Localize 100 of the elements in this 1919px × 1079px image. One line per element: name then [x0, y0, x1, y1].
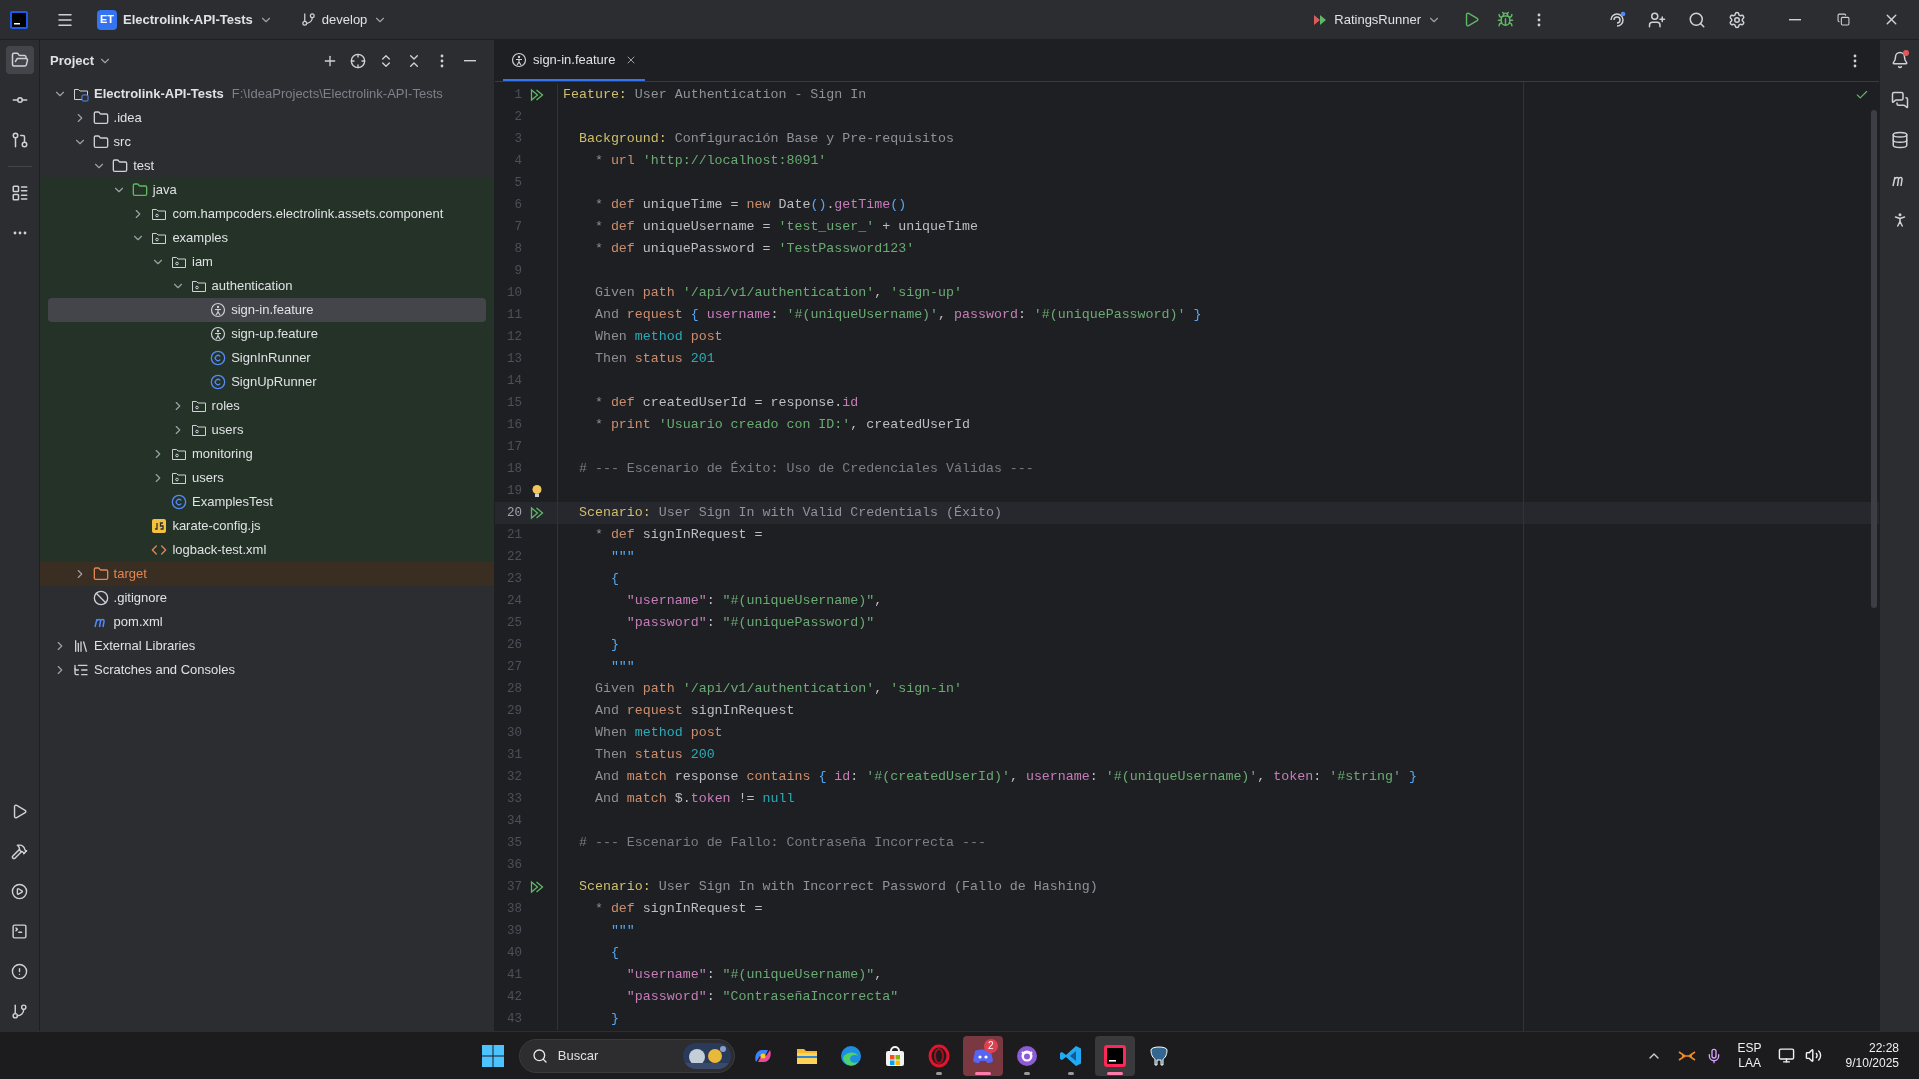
figure-icon — [210, 326, 227, 342]
project-selector[interactable]: ET Electrolink-API-Tests — [93, 5, 277, 34]
class-icon — [210, 350, 227, 366]
code-line: """ — [609, 922, 635, 941]
panel-title[interactable]: Project — [50, 51, 113, 71]
more-icon — [440, 54, 444, 68]
project-name: Electrolink-API-Tests — [123, 10, 253, 29]
code-line: "password": "ContraseñaIncorrecta" — [625, 988, 899, 1007]
code-line: And request signInRequest — [593, 702, 795, 721]
script-file-icon — [151, 518, 168, 534]
package-folder-icon — [171, 470, 187, 486]
class-icon — [210, 374, 227, 390]
module-folder-icon — [73, 86, 89, 102]
code-line: } — [609, 636, 619, 655]
figure-icon — [511, 51, 527, 68]
language-indicator: ESP — [1737, 1040, 1762, 1056]
code-line: # --- Escenario de Éxito: Uso de Credenciales Válidas --- — [577, 460, 1034, 479]
code-line: * print 'Usuario creado con ID:', createdUserId — [593, 416, 970, 435]
restore-icon — [1836, 13, 1850, 26]
code-line: * def uniquePassword = 'TestPassword123' — [593, 240, 915, 259]
minimize-icon — [1789, 18, 1801, 21]
terminal-icon — [11, 922, 28, 940]
tree-item[interactable]: External Libraries — [48, 634, 486, 658]
folder-icon — [112, 158, 129, 174]
code-line: { — [609, 944, 619, 963]
badge: 2 — [983, 1038, 998, 1053]
chat-icon — [1890, 91, 1909, 109]
library-icon — [73, 638, 89, 654]
taskbar-app-button[interactable] — [1094, 1035, 1135, 1076]
code-line: """ — [609, 658, 635, 677]
spiral-icon — [1608, 10, 1626, 29]
tree-item[interactable]: .idea — [48, 106, 486, 130]
running-indicator — [1023, 1071, 1030, 1075]
line-number: 20 — [506, 504, 522, 522]
ignore-icon — [92, 590, 109, 606]
package-folder-icon — [171, 254, 187, 270]
run-icon — [530, 880, 544, 894]
settings-icon — [1728, 10, 1746, 29]
folder-icon — [131, 182, 148, 198]
code-line: * def uniqueTime = new Date().getTime() — [593, 196, 907, 215]
code-line: When method post — [593, 328, 723, 347]
arrows-icon — [1677, 1048, 1696, 1063]
cat-circle-icon — [1014, 1043, 1039, 1068]
run-config-selector[interactable]: RatingsRunner — [1308, 5, 1445, 34]
windows-logo-icon — [480, 1043, 505, 1068]
tree-item[interactable]: Electrolink-API-Tests F:\IdeaProjects\Electrolink-API-Tests — [48, 82, 486, 106]
ring-icon — [926, 1043, 951, 1068]
class-icon — [171, 494, 187, 510]
running-indicator — [1106, 1071, 1123, 1075]
path-hint: F:\IdeaProjects\Electrolink-API-Tests — [231, 85, 443, 104]
more-icon — [1537, 12, 1541, 27]
crosshair-icon — [350, 53, 366, 69]
hammer-icon — [11, 842, 28, 860]
database-icon — [1890, 131, 1909, 149]
tree-item[interactable]: Scratches and Consoles — [48, 658, 486, 682]
user-plus-icon — [1648, 10, 1666, 29]
code-line: And request { username: '#(uniqueUsername)', password: '#(uniquePassword)' } — [593, 306, 1202, 325]
run-icon — [530, 88, 544, 102]
code-line: "password": "#(uniquePassword)" — [625, 614, 875, 633]
code-line: "username": "#(uniqueUsername)", — [625, 592, 883, 611]
taskbar-app-button[interactable]: 2 — [962, 1035, 1003, 1076]
folder-icon — [92, 566, 109, 582]
folder-icon — [92, 110, 109, 126]
region-indicator: LAA — [1738, 1055, 1761, 1071]
code-line: * def createdUserId = response.id — [593, 394, 859, 413]
ribbon-icon — [1058, 1043, 1083, 1068]
search-icon — [531, 1047, 548, 1064]
code-line: * def signInRequest = — [593, 900, 763, 919]
circle-play-icon — [11, 882, 28, 900]
tree-item[interactable]: test — [48, 154, 486, 178]
code-line: Scenario: User Sign In with Valid Credentials (Éxito) — [577, 504, 1002, 523]
code-line: And match $.token != null — [593, 790, 795, 809]
editor-tab[interactable]: sign-in.feature — [503, 40, 646, 81]
structure-icon — [10, 184, 29, 202]
minimize-icon — [464, 60, 476, 62]
code-line: When method post — [593, 724, 723, 743]
package-folder-icon — [190, 422, 207, 438]
code-icon — [151, 542, 168, 558]
square-logo-icon — [1102, 1043, 1127, 1068]
code-line: Given path '/api/v1/authentication', 'sign-in' — [593, 680, 963, 699]
alert-icon — [11, 962, 28, 980]
app-logo-icon — [9, 9, 29, 30]
bell-icon — [1890, 51, 1909, 69]
code-line: # --- Escenario de Fallo: Contraseña Incorrecta --- — [577, 834, 986, 853]
tree-item[interactable]: pom.xml — [48, 610, 486, 634]
project-tool-button[interactable] — [5, 46, 34, 74]
clock-date: 9/10/2025 — [1845, 1055, 1899, 1071]
tree-item[interactable]: .gitignore — [48, 586, 486, 610]
project-badge: ET — [97, 9, 117, 30]
tree-item[interactable]: sign-in.feature — [48, 298, 486, 322]
wave-globe-icon — [838, 1043, 863, 1068]
search-icon — [1688, 10, 1706, 29]
code-line: Feature: User Authentication - Sign In — [563, 86, 867, 105]
code-line: Then status 200 — [593, 746, 715, 765]
code-line: Given path '/api/v1/authentication', 'sign-up' — [593, 284, 963, 303]
branch-selector[interactable]: develop — [296, 5, 392, 34]
folder-icon — [10, 51, 29, 69]
running-indicator — [935, 1071, 942, 1075]
tree-item[interactable]: src — [48, 130, 486, 154]
code-line: And match response contains { id: '#(createdUserId)', username: '#(uniqueUsername)', token: '#string' } — [593, 768, 1417, 787]
